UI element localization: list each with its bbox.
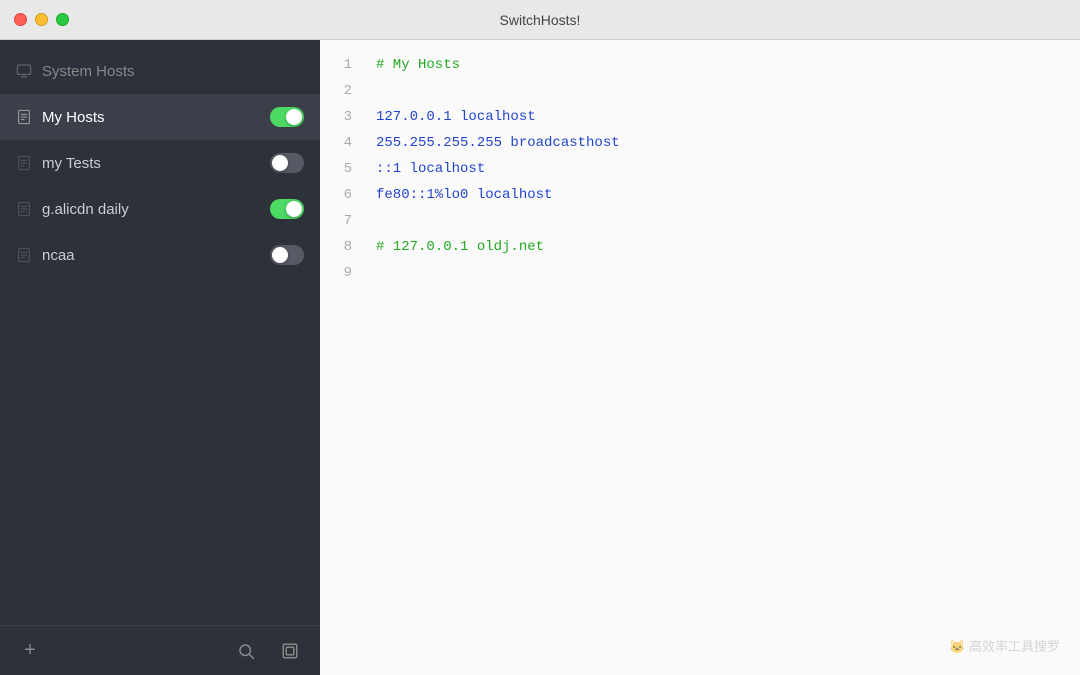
maximize-button[interactable] — [56, 13, 69, 26]
close-button[interactable] — [14, 13, 27, 26]
code-line-9 — [376, 260, 1064, 286]
file-icon-my-hosts — [16, 109, 32, 125]
minimize-button[interactable] — [35, 13, 48, 26]
settings-button[interactable] — [276, 637, 304, 665]
line-num-5: 5 — [328, 156, 352, 182]
ncaa-toggle-knob — [272, 247, 288, 263]
code-line-6: fe80::1%lo0 localhost — [376, 182, 1064, 208]
sidebar-footer: + — [0, 625, 320, 675]
sidebar-item-system-hosts[interactable]: System Hosts — [0, 48, 320, 94]
line-num-6: 6 — [328, 182, 352, 208]
line-num-9: 9 — [328, 260, 352, 286]
window-title: SwitchHosts! — [500, 12, 581, 28]
add-icon: + — [24, 639, 36, 662]
sidebar-item-my-tests[interactable]: my Tests — [0, 140, 320, 186]
ncaa-label: ncaa — [42, 247, 270, 264]
line-num-3: 3 — [328, 104, 352, 130]
sidebar-item-my-hosts[interactable]: My Hosts — [0, 94, 320, 140]
settings-icon — [281, 642, 299, 660]
my-hosts-label: My Hosts — [42, 109, 270, 126]
file-icon-g-alicdn — [16, 201, 32, 217]
file-icon-ncaa — [16, 247, 32, 263]
code-line-5: ::1 localhost — [376, 156, 1064, 182]
monitor-icon — [16, 63, 32, 79]
code-line-8: # 127.0.0.1 oldj.net — [376, 234, 1064, 260]
line-numbers: 1 2 3 4 5 6 7 8 9 — [320, 52, 360, 663]
sidebar-item-g-alicdn-daily[interactable]: g.alicdn daily — [0, 186, 320, 232]
line-num-2: 2 — [328, 78, 352, 104]
traffic-lights — [14, 13, 69, 26]
system-hosts-label: System Hosts — [42, 63, 304, 80]
watermark: 🐱 高效率工具搜罗 — [949, 636, 1060, 655]
g-alicdn-label: g.alicdn daily — [42, 201, 270, 218]
search-icon — [237, 642, 255, 660]
main-layout: System Hosts My Hosts — [0, 40, 1080, 675]
editor-content[interactable]: 1 2 3 4 5 6 7 8 9 # My Hosts 127.0.0.1 l… — [320, 40, 1080, 675]
code-line-1: # My Hosts — [376, 52, 1064, 78]
editor-panel: 1 2 3 4 5 6 7 8 9 # My Hosts 127.0.0.1 l… — [320, 40, 1080, 675]
line-num-1: 1 — [328, 52, 352, 78]
add-host-button[interactable]: + — [16, 637, 44, 665]
ncaa-toggle[interactable] — [270, 245, 304, 265]
line-num-7: 7 — [328, 208, 352, 234]
line-num-8: 8 — [328, 234, 352, 260]
code-area[interactable]: # My Hosts 127.0.0.1 localhost 255.255.2… — [360, 52, 1080, 663]
code-line-2 — [376, 78, 1064, 104]
code-line-7 — [376, 208, 1064, 234]
g-alicdn-toggle[interactable] — [270, 199, 304, 219]
my-hosts-toggle[interactable] — [270, 107, 304, 127]
my-tests-toggle[interactable] — [270, 153, 304, 173]
search-button[interactable] — [232, 637, 260, 665]
sidebar: System Hosts My Hosts — [0, 40, 320, 675]
file-icon-my-tests — [16, 155, 32, 171]
code-line-3: 127.0.0.1 localhost — [376, 104, 1064, 130]
sidebar-list: System Hosts My Hosts — [0, 40, 320, 625]
g-alicdn-toggle-knob — [286, 201, 302, 217]
code-line-4: 255.255.255.255 broadcasthost — [376, 130, 1064, 156]
sidebar-item-ncaa[interactable]: ncaa — [0, 232, 320, 278]
my-hosts-toggle-knob — [286, 109, 302, 125]
line-num-4: 4 — [328, 130, 352, 156]
titlebar: SwitchHosts! — [0, 0, 1080, 40]
my-tests-label: my Tests — [42, 155, 270, 172]
my-tests-toggle-knob — [272, 155, 288, 171]
